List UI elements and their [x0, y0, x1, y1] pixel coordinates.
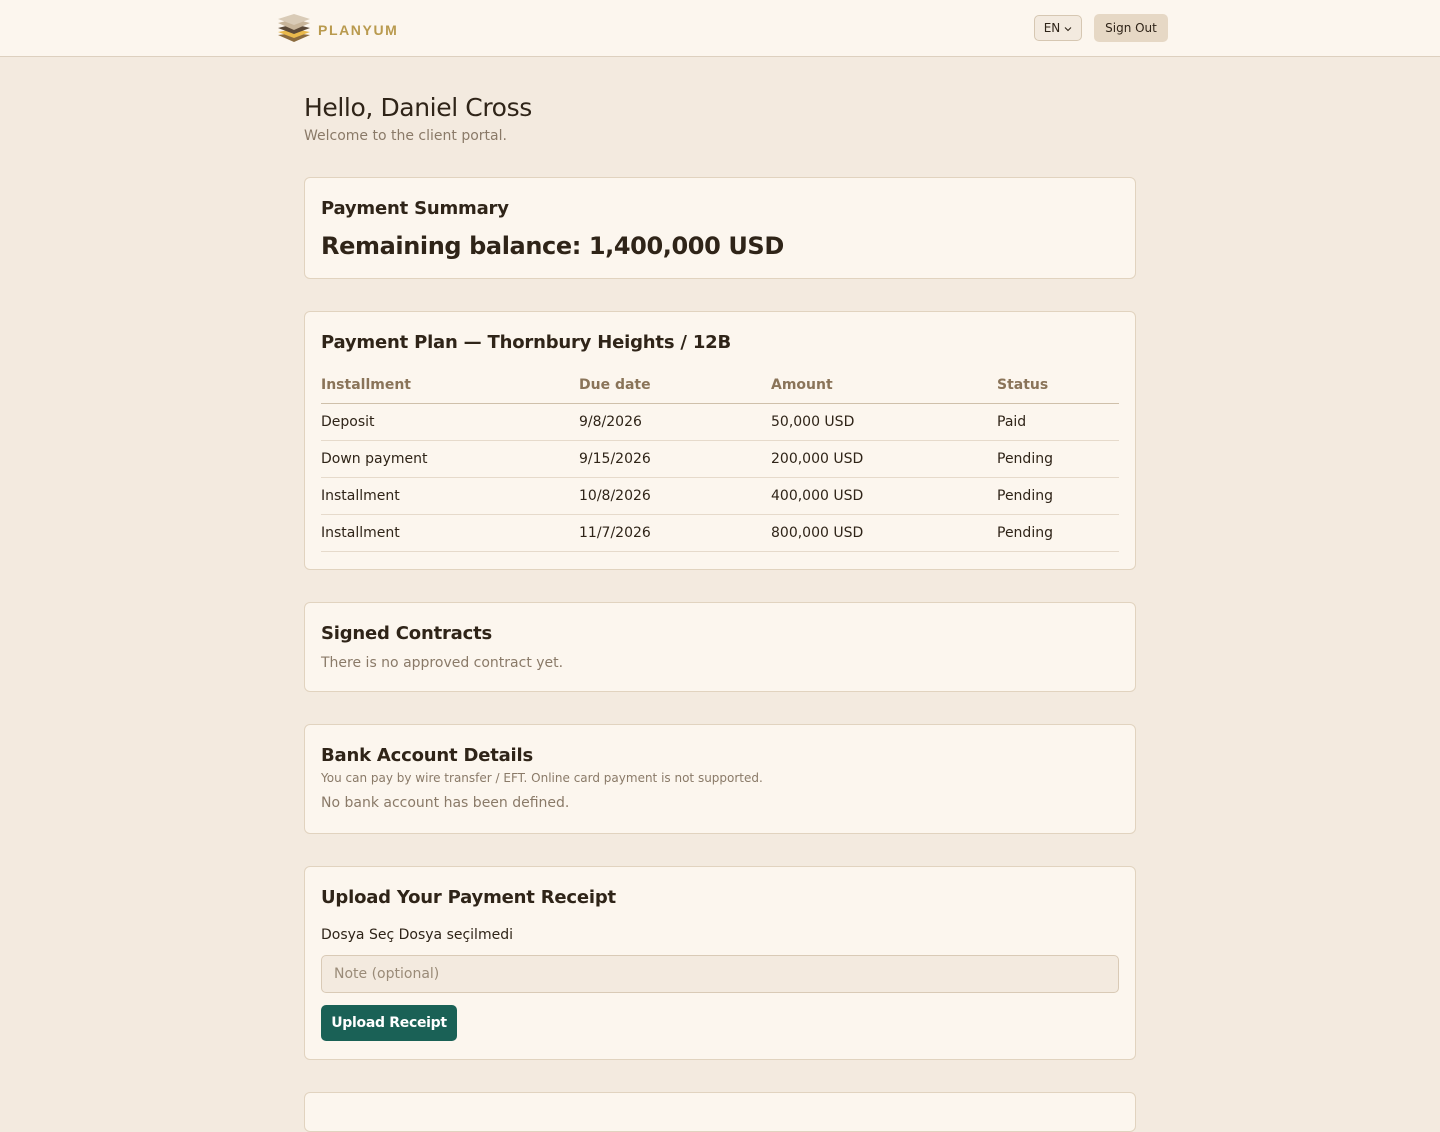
bank-account-card: Bank Account Details You can pay by wire… — [304, 724, 1136, 834]
payment-plan-card: Payment Plan — Thornbury Heights / 12B I… — [304, 311, 1136, 570]
bank-payment-info: You can pay by wire transfer / EFT. Onli… — [321, 771, 763, 785]
table-header-row: Installment Due date Amount Status — [321, 367, 1119, 404]
cell-status: Pending — [997, 440, 1119, 478]
signed-contracts-card: Signed Contracts There is no approved co… — [304, 602, 1136, 692]
bank-account-title: Bank Account Details — [321, 745, 534, 766]
brand-name: PLANYUM — [318, 22, 399, 38]
table-row: Down payment 9/15/2026 200,000 USD Pendi… — [321, 440, 1119, 478]
cell-status: Paid — [997, 403, 1119, 441]
cell-due-date: 9/15/2026 — [579, 440, 771, 478]
payment-plan-title: Payment Plan — Thornbury Heights / 12B — [321, 332, 732, 353]
welcome-text: Welcome to the client portal. — [304, 128, 507, 144]
chevron-down-icon — [1064, 21, 1072, 35]
table-row: Installment 10/8/2026 400,000 USD Pendin… — [321, 477, 1119, 515]
brand[interactable]: PLANYUM — [276, 13, 398, 47]
cell-installment: Installment — [321, 477, 579, 515]
cell-amount: 200,000 USD — [771, 440, 997, 478]
cell-due-date: 9/8/2026 — [579, 403, 771, 441]
page-title: Hello, Daniel Cross — [304, 93, 532, 122]
note-input[interactable] — [321, 955, 1119, 993]
column-header-installment: Installment — [321, 367, 579, 404]
choose-file-button[interactable]: Dosya Seç — [321, 927, 394, 943]
table-row: Installment 11/7/2026 800,000 USD Pendin… — [321, 514, 1119, 552]
no-file-label: Dosya seçilmedi — [398, 927, 513, 943]
upload-receipt-title: Upload Your Payment Receipt — [321, 887, 616, 908]
payment-summary-title: Payment Summary — [321, 198, 509, 219]
cell-installment: Deposit — [321, 403, 579, 441]
column-header-amount: Amount — [771, 367, 997, 404]
bank-empty-text: No bank account has been defined. — [321, 795, 570, 811]
column-header-due-date: Due date — [579, 367, 771, 404]
payment-plan-table: Installment Due date Amount Status Depos… — [321, 367, 1119, 552]
cell-amount: 400,000 USD — [771, 477, 997, 515]
cell-status: Pending — [997, 514, 1119, 552]
top-bar: PLANYUM EN Sign Out — [0, 0, 1440, 57]
language-value: EN — [1043, 21, 1061, 35]
column-header-status: Status — [997, 367, 1119, 404]
cell-status: Pending — [997, 477, 1119, 515]
cell-amount: 50,000 USD — [771, 403, 997, 441]
language-select[interactable]: EN — [1034, 15, 1082, 41]
signed-contracts-title: Signed Contracts — [321, 623, 492, 644]
cell-amount: 800,000 USD — [771, 514, 997, 552]
main-content: Hello, Daniel Cross Welcome to the clien… — [304, 57, 1136, 1132]
cell-due-date: 11/7/2026 — [579, 514, 771, 552]
upload-receipt-button[interactable]: Upload Receipt — [321, 1005, 457, 1041]
cell-installment: Installment — [321, 514, 579, 552]
layers-logo-icon — [276, 13, 312, 47]
next-section-card — [304, 1092, 1136, 1132]
remaining-balance: Remaining balance: 1,400,000 USD — [321, 232, 784, 260]
table-row: Deposit 9/8/2026 50,000 USD Paid — [321, 403, 1119, 441]
cell-due-date: 10/8/2026 — [579, 477, 771, 515]
contracts-empty-text: There is no approved contract yet. — [321, 655, 564, 671]
file-input[interactable]: Dosya Seç Dosya seçilmedi — [321, 927, 1119, 943]
upload-receipt-card: Upload Your Payment Receipt Dosya Seç Do… — [304, 866, 1136, 1060]
payment-summary-card: Payment Summary Remaining balance: 1,400… — [304, 177, 1136, 279]
sign-out-button[interactable]: Sign Out — [1094, 14, 1168, 42]
cell-installment: Down payment — [321, 440, 579, 478]
